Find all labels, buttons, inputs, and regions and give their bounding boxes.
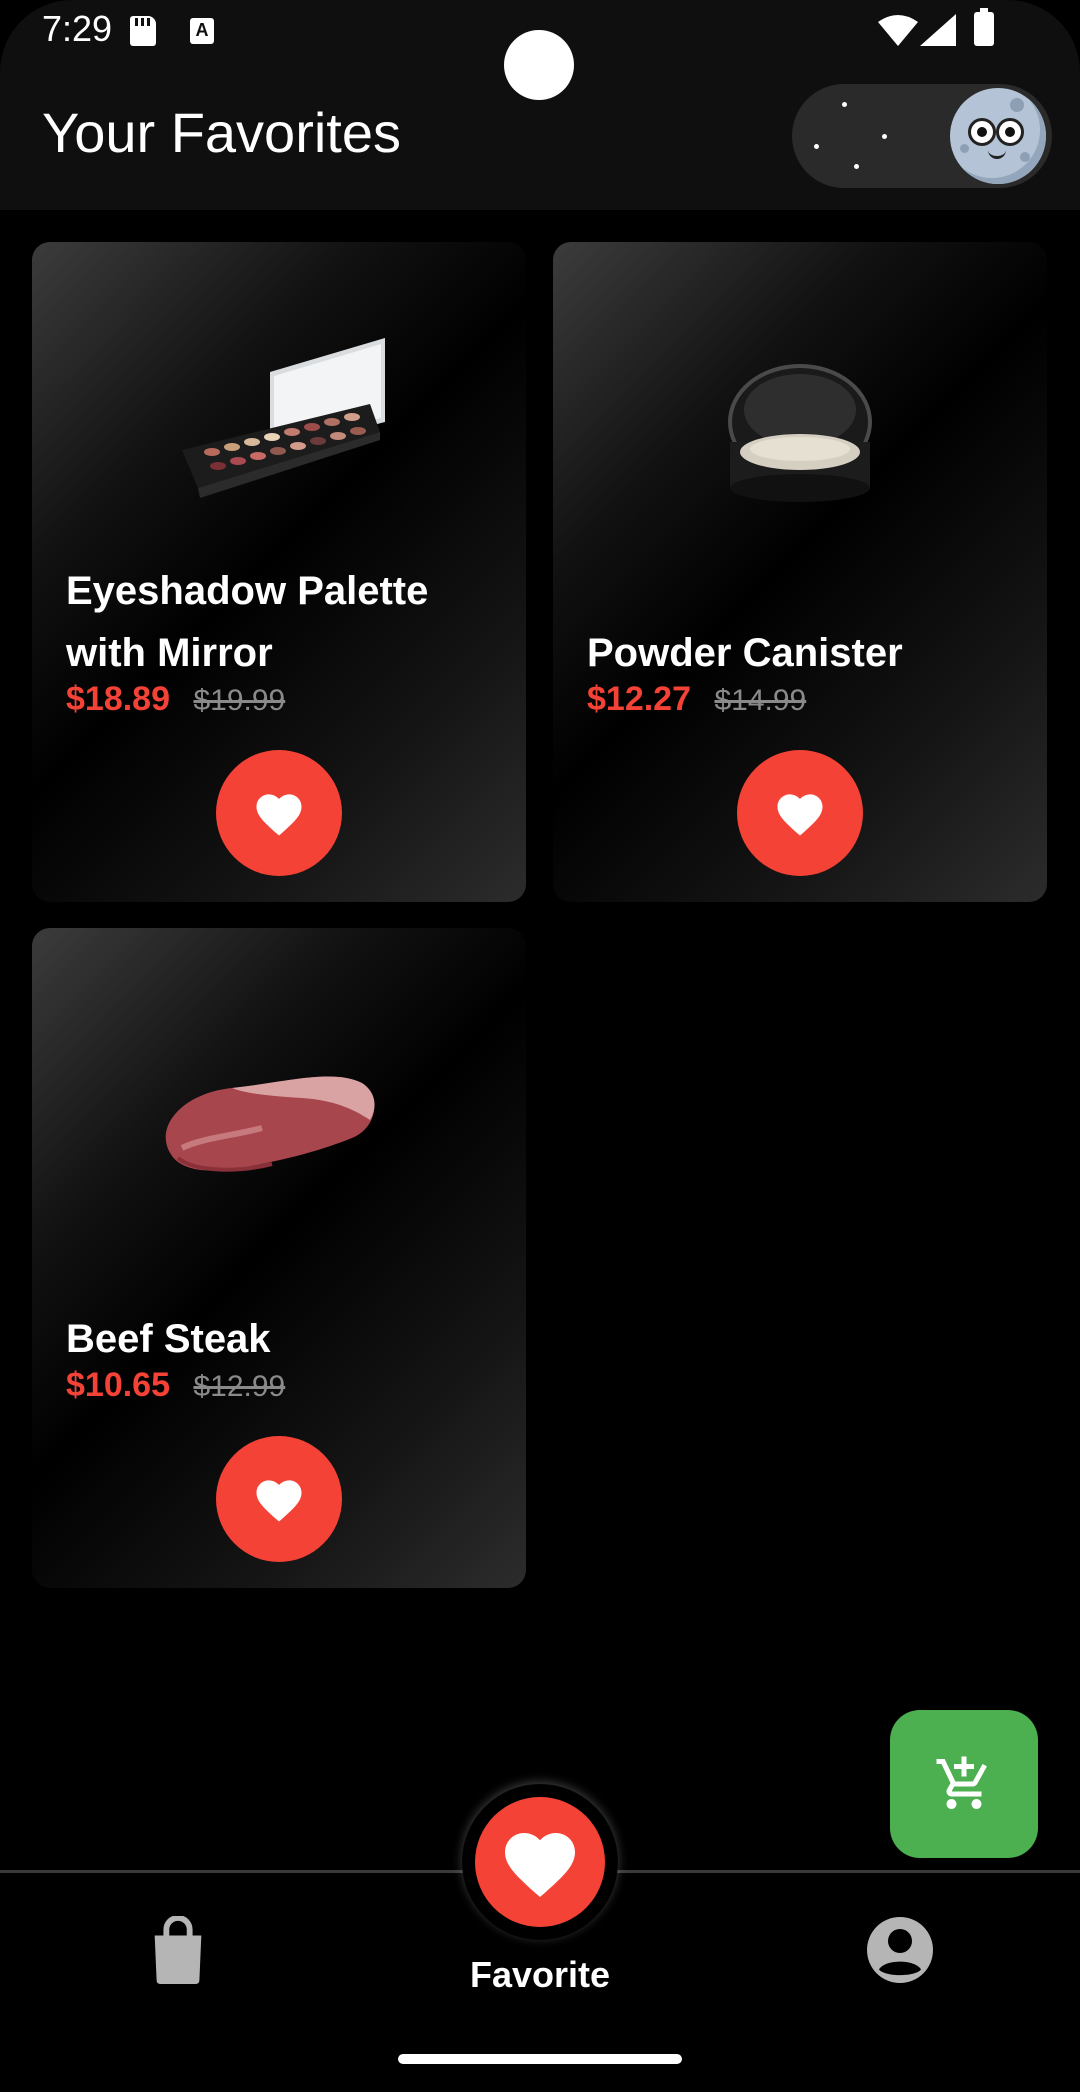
status-time: 7:29: [42, 8, 113, 49]
wifi-icon: [878, 15, 918, 46]
product-price: $10.65: [66, 1366, 170, 1404]
heart-icon: [256, 1480, 302, 1522]
favorite-button[interactable]: [216, 1436, 342, 1562]
signal-icon: [920, 14, 956, 46]
add-to-cart-icon: [936, 1756, 987, 1809]
nav-label-favorite: Favorite: [469, 1954, 611, 1995]
moon-icon: [950, 88, 1046, 184]
battery-icon: [974, 8, 994, 46]
app-screen: 7:29 A Your Favorites Eyeshadow Palette …: [0, 0, 1080, 2092]
heart-icon: [256, 794, 302, 836]
camera-cutout: [504, 30, 574, 100]
add-to-cart-button[interactable]: [890, 1710, 1038, 1858]
dark-mode-toggle[interactable]: [792, 84, 1052, 188]
product-card[interactable]: Eyeshadow Palette with Mirror $18.89 $19…: [32, 242, 526, 902]
product-old-price: $14.99: [714, 684, 807, 717]
favorite-button[interactable]: [216, 750, 342, 876]
product-name: Eyeshadow Palette with Mirror: [66, 569, 429, 675]
favorite-button[interactable]: [737, 750, 863, 876]
product-image: [182, 338, 385, 498]
product-old-price: $19.99: [193, 684, 286, 717]
a-notification-icon: A: [190, 18, 214, 44]
product-old-price: $12.99: [193, 1370, 286, 1403]
heart-icon: [505, 1832, 575, 1897]
product-card[interactable]: Powder Canister $12.27 $14.99: [553, 242, 1047, 902]
price-row: $12.27 $14.99: [587, 680, 806, 719]
sd-card-icon: [130, 16, 156, 46]
page-title: Your Favorites: [42, 101, 401, 164]
star-icon: [842, 102, 847, 107]
star-icon: [814, 144, 819, 149]
price-row: $10.65 $12.99: [66, 1366, 285, 1405]
product-name: Powder Canister: [587, 631, 903, 675]
product-image: [728, 364, 872, 502]
product-price: $12.27: [587, 680, 691, 718]
nav-favorite-button[interactable]: [475, 1797, 605, 1927]
price-row: $18.89 $19.99: [66, 680, 285, 719]
star-icon: [854, 164, 859, 169]
product-card[interactable]: Beef Steak $10.65 $12.99: [32, 928, 526, 1588]
product-price: $18.89: [66, 680, 170, 718]
home-indicator[interactable]: [398, 2054, 682, 2064]
heart-icon: [777, 794, 823, 836]
star-icon: [882, 134, 887, 139]
top-bar: 7:29 A Your Favorites: [0, 0, 1080, 210]
product-image: [165, 1076, 375, 1172]
product-name: Beef Steak: [66, 1317, 271, 1361]
